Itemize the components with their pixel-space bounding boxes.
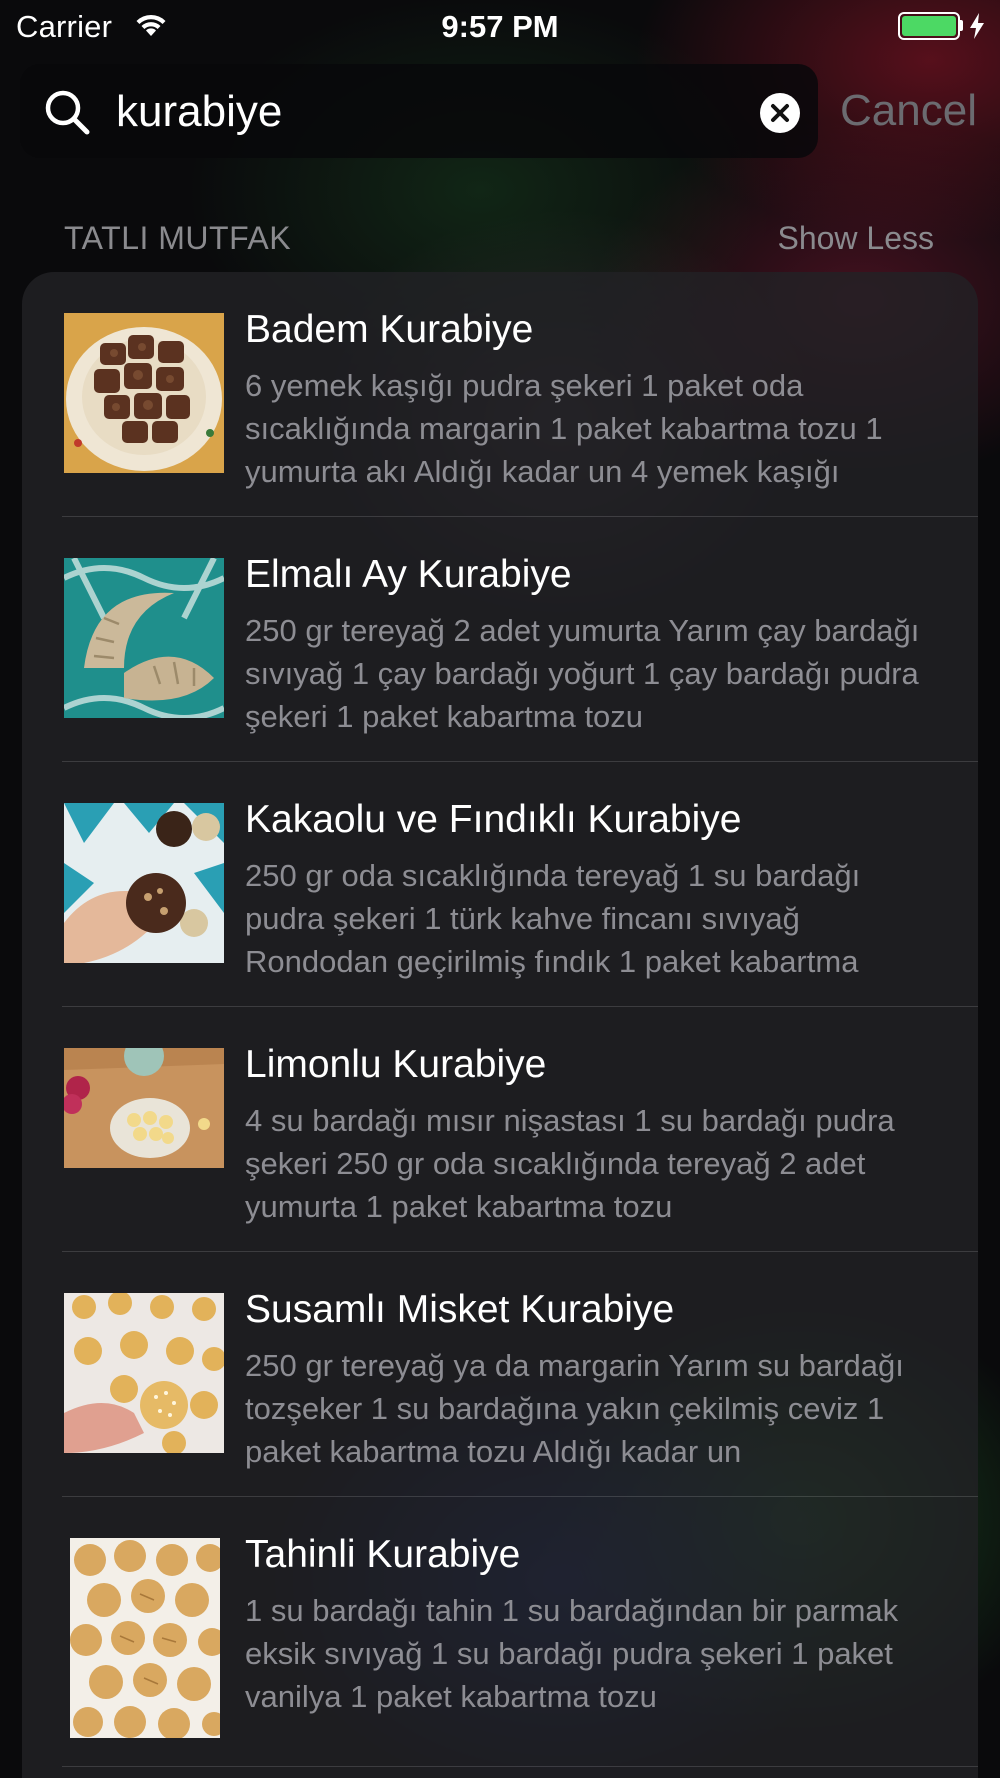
clear-search-icon[interactable] <box>760 93 800 133</box>
result-row[interactable]: Badem Kurabiye 6 yemek kaşığı pudra şeke… <box>62 272 978 517</box>
result-title: Susamlı Misket Kurabiye <box>245 1288 675 1331</box>
result-description: 4 su bardağı mısır nişastası 1 su bardağ… <box>245 1103 895 1224</box>
search-icon <box>45 90 90 135</box>
search-input[interactable] <box>116 84 716 140</box>
result-title: Kakaolu ve Fındıklı Kurabiye <box>245 798 742 841</box>
result-title: Badem Kurabiye <box>245 308 534 351</box>
result-description: 1 su bardağı tahin 1 su bardağından bir … <box>245 1593 899 1714</box>
crescent-apple-cookies-thumbnail <box>64 558 224 718</box>
battery-icon <box>898 12 960 40</box>
cancel-button[interactable]: Cancel <box>840 86 977 136</box>
result-title: Limonlu Kurabiye <box>245 1043 547 1086</box>
result-description: 250 gr oda sıcaklığında tereyağ 1 su bar… <box>245 858 861 979</box>
result-title: Elmalı Ay Kurabiye <box>245 553 572 596</box>
search-bar <box>20 64 818 158</box>
sesame-ball-cookies-thumbnail <box>64 1293 224 1453</box>
status-bar: Carrier 9:57 PM <box>0 0 1000 54</box>
result-description: 6 yemek kaşığı pudra şekeri 1 paket oda … <box>245 368 883 489</box>
lemon-cookies-bowl-thumbnail <box>64 1048 224 1168</box>
show-less-button[interactable]: Show Less <box>777 220 934 257</box>
result-description: 250 gr tereyağ 2 adet yumurta Yarım çay … <box>245 613 920 734</box>
result-title: Tahinli Kurabiye <box>245 1533 521 1576</box>
result-row[interactable]: Elmalı Ay Kurabiye 250 gr tereyağ 2 adet… <box>62 517 978 762</box>
result-row[interactable]: Limonlu Kurabiye 4 su bardağı mısır nişa… <box>62 1007 978 1252</box>
result-description: 250 gr tereyağ ya da margarin Yarım su b… <box>245 1348 904 1469</box>
battery-tip <box>959 20 963 31</box>
results-card: Badem Kurabiye 6 yemek kaşığı pudra şeke… <box>22 272 978 1778</box>
result-row[interactable]: Susamlı Misket Kurabiye 250 gr tereyağ y… <box>62 1252 978 1497</box>
cocoa-almond-cookies-thumbnail <box>64 313 224 473</box>
result-row[interactable]: Tahinli Kurabiye 1 su bardağı tahin 1 su… <box>62 1497 978 1767</box>
result-row[interactable]: Kakaolu ve Fındıklı Kurabiye 250 gr oda … <box>62 762 978 1007</box>
clock: 9:57 PM <box>441 9 559 44</box>
section-title: TATLI MUTFAK <box>64 220 292 256</box>
charging-bolt-icon <box>970 13 984 39</box>
tahini-cookies-thumbnail <box>70 1538 220 1738</box>
spotlight-screen: Carrier 9:57 PM Cancel TATLI MUTFAK Show… <box>0 0 1000 1778</box>
cocoa-hazelnut-cookie-thumbnail <box>64 803 224 963</box>
